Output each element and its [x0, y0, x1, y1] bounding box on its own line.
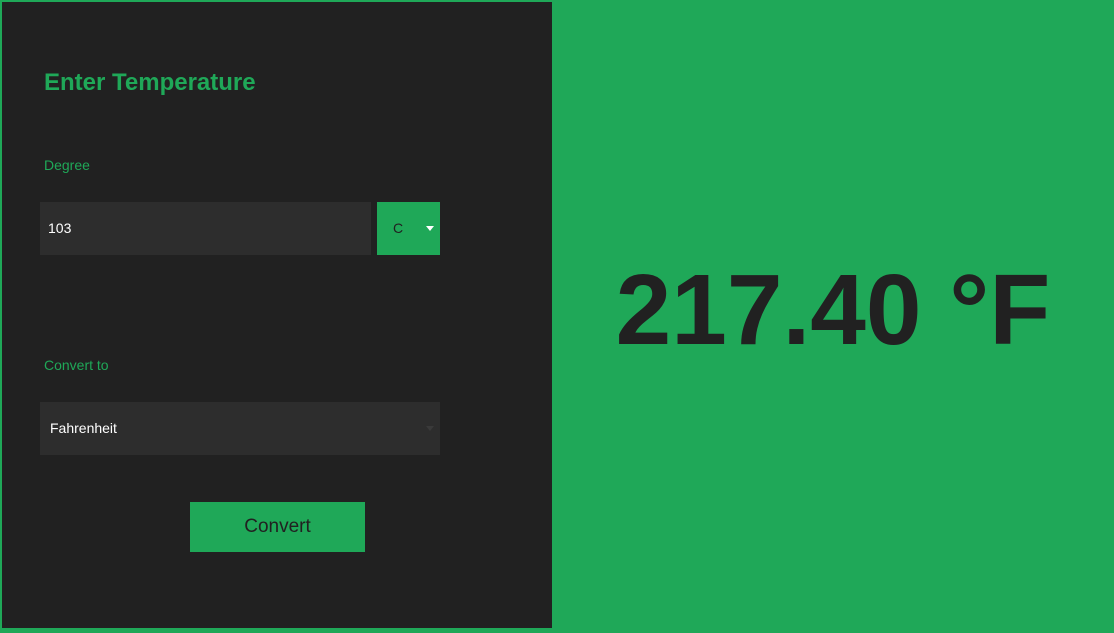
input-panel: Enter Temperature Degree C Convert to Fa… — [2, 2, 552, 628]
target-unit-select-value: Fahrenheit — [50, 420, 117, 436]
chevron-down-icon — [426, 426, 434, 431]
chevron-down-icon — [426, 226, 434, 231]
panel-title: Enter Temperature — [44, 69, 256, 96]
convert-button[interactable]: Convert — [190, 502, 365, 552]
unit-select[interactable]: C — [377, 202, 440, 255]
degree-input[interactable] — [40, 202, 371, 255]
target-unit-select[interactable]: Fahrenheit — [40, 402, 440, 455]
convert-to-label: Convert to — [44, 357, 109, 373]
unit-select-value: C — [393, 220, 404, 236]
degree-label: Degree — [44, 157, 90, 173]
result-display: 217.40 °F — [615, 254, 1051, 366]
